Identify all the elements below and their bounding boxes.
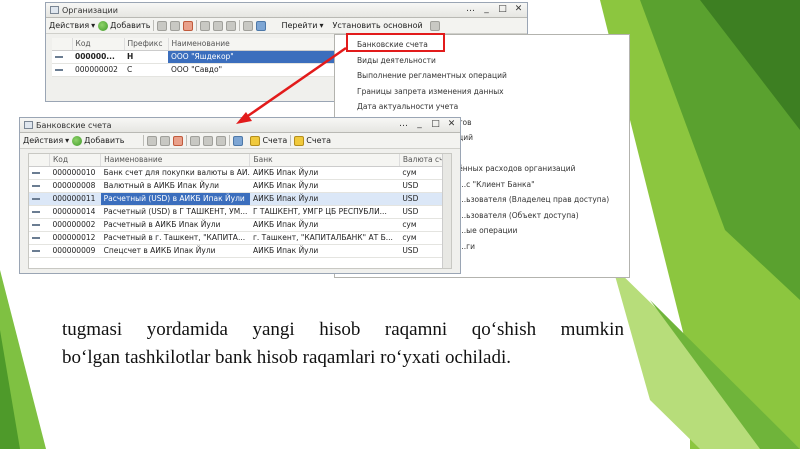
maximize-button[interactable]: □ bbox=[430, 119, 441, 130]
minimize-button[interactable]: _ bbox=[414, 119, 425, 130]
copy-icon[interactable] bbox=[147, 135, 158, 146]
table-row[interactable]: 000000... Н ООО "Яшдекор" bbox=[52, 50, 342, 64]
help-button[interactable]: … bbox=[398, 119, 409, 130]
refresh-icon[interactable] bbox=[233, 135, 244, 146]
row-marker-icon bbox=[32, 237, 40, 239]
delete-icon[interactable] bbox=[183, 20, 194, 31]
filter-off-icon[interactable] bbox=[213, 20, 224, 31]
row-marker-icon bbox=[32, 198, 40, 200]
row-marker-icon bbox=[32, 250, 40, 252]
close-button[interactable]: ✕ bbox=[446, 119, 457, 130]
column-header-bank[interactable]: Банк bbox=[249, 154, 400, 167]
menu-item-routine-operations[interactable]: Выполнение регламентных операций bbox=[335, 68, 629, 84]
column-header-name[interactable]: Наименование bbox=[168, 38, 343, 51]
list-icon[interactable] bbox=[429, 20, 440, 31]
actions-menu-button[interactable]: Действия ▾ bbox=[23, 136, 69, 145]
column-header-name[interactable]: Наименование bbox=[100, 154, 251, 167]
bank-accounts-toolbar: Действия ▾ Добавить Счета Счета bbox=[20, 133, 460, 149]
slide-caption: tugmasi yordamida yangi hisob raqamni qo… bbox=[62, 316, 624, 372]
refresh-icon[interactable] bbox=[256, 20, 267, 31]
add-icon bbox=[72, 135, 83, 146]
organizations-table-wrap: Код Префикс Наименование 000000... Н ООО… bbox=[52, 38, 343, 77]
menu-item-data-lock-boundaries[interactable]: Границы запрета изменения данных bbox=[335, 84, 629, 100]
reports-menu-button[interactable]: Перейти ▾ bbox=[281, 21, 323, 30]
bank-accounts-window: Банковские счета … _ □ ✕ Действия ▾ Добав… bbox=[19, 117, 461, 274]
filter-icon[interactable] bbox=[190, 135, 201, 146]
accounts-button-2[interactable]: Счета bbox=[294, 135, 331, 146]
column-header-code[interactable]: Код bbox=[49, 154, 102, 167]
accounts-icon bbox=[294, 135, 305, 146]
add-icon bbox=[98, 20, 109, 31]
actions-menu-button[interactable]: Действия ▾ bbox=[49, 21, 95, 30]
delete-icon[interactable] bbox=[173, 135, 184, 146]
table-row[interactable]: 000000011 Расчетный (USD) в АИКБ Ипак Йу… bbox=[29, 192, 451, 206]
accounts-icon bbox=[250, 135, 261, 146]
add-button[interactable]: Добавить bbox=[72, 135, 124, 146]
organizations-titlebar: Организации … _ □ ✕ bbox=[46, 3, 527, 18]
table-row[interactable]: 000000008 Валютный в АИКБ Ипак Йули АИКБ… bbox=[29, 179, 451, 193]
vertical-scrollbar[interactable] bbox=[442, 154, 451, 268]
window-icon bbox=[24, 121, 33, 129]
menu-item-accounting-date[interactable]: Дата актуальности учета bbox=[335, 99, 629, 115]
edit-icon[interactable] bbox=[160, 135, 171, 146]
menu-item-activity-types[interactable]: Виды деятельности bbox=[335, 53, 629, 69]
table-row[interactable]: 000000009 Спецсчет в АИКБ Ипак Йули АИКБ… bbox=[29, 244, 451, 258]
accounts-button-1[interactable]: Счета bbox=[250, 135, 287, 146]
close-button[interactable]: ✕ bbox=[513, 4, 524, 15]
table-row[interactable]: 000000012 Расчетный в г. Ташкент, "КАПИТ… bbox=[29, 231, 451, 245]
bank-accounts-titlebar: Банковские счета … _ □ ✕ bbox=[20, 118, 460, 133]
go-icon[interactable] bbox=[243, 20, 254, 31]
organizations-title: Организации bbox=[62, 5, 118, 15]
filter-off-icon[interactable] bbox=[203, 135, 214, 146]
set-main-button[interactable]: Установить основной bbox=[332, 21, 422, 30]
sort-icon[interactable] bbox=[226, 20, 237, 31]
row-marker-icon bbox=[32, 172, 40, 174]
table-row[interactable]: 000000014 Расчетный (USD) в Г ТАШКЕНТ, У… bbox=[29, 205, 451, 219]
bank-accounts-table: Код Наименование Банк Валюта сч... 00000… bbox=[29, 154, 452, 258]
organizations-toolbar: Действия ▾ Добавить Перейти ▾ Установить о… bbox=[46, 18, 527, 34]
bank-accounts-table-wrap: Код Наименование Банк Валюта сч... 00000… bbox=[28, 153, 452, 269]
column-header-prefix[interactable]: Префикс bbox=[124, 38, 169, 51]
caption-line-1: tugmasi yordamida yangi hisob raqamni qo… bbox=[62, 319, 624, 340]
row-marker-icon bbox=[32, 211, 40, 213]
filter-icon[interactable] bbox=[200, 20, 211, 31]
sort-icon[interactable] bbox=[216, 135, 227, 146]
maximize-button[interactable]: □ bbox=[497, 4, 508, 15]
table-row[interactable]: 000000002 Расчетный в АИКБ Ипак Йули АИК… bbox=[29, 218, 451, 232]
add-button[interactable]: Добавить bbox=[98, 20, 150, 31]
row-marker-icon bbox=[55, 69, 63, 71]
organizations-table: Код Префикс Наименование 000000... Н ООО… bbox=[52, 38, 343, 77]
column-header-code[interactable]: Код bbox=[72, 38, 125, 51]
minimize-button[interactable]: _ bbox=[481, 4, 492, 15]
row-marker-icon bbox=[55, 56, 63, 58]
window-icon bbox=[50, 6, 59, 14]
table-row[interactable]: 000000002 С ООО "Савдо" bbox=[52, 63, 342, 77]
table-row[interactable]: 000000010 Банк счет для покупки валюты в… bbox=[29, 166, 451, 180]
highlight-box bbox=[346, 33, 445, 52]
row-marker-icon bbox=[32, 224, 40, 226]
bank-accounts-title: Банковские счета bbox=[36, 120, 112, 130]
copy-icon[interactable] bbox=[157, 20, 168, 31]
help-button[interactable]: … bbox=[465, 4, 476, 15]
caption-line-2: bo‘lgan tashkilotlar bank hisob raqamlar… bbox=[62, 347, 512, 368]
row-marker-icon bbox=[32, 185, 40, 187]
edit-icon[interactable] bbox=[170, 20, 181, 31]
